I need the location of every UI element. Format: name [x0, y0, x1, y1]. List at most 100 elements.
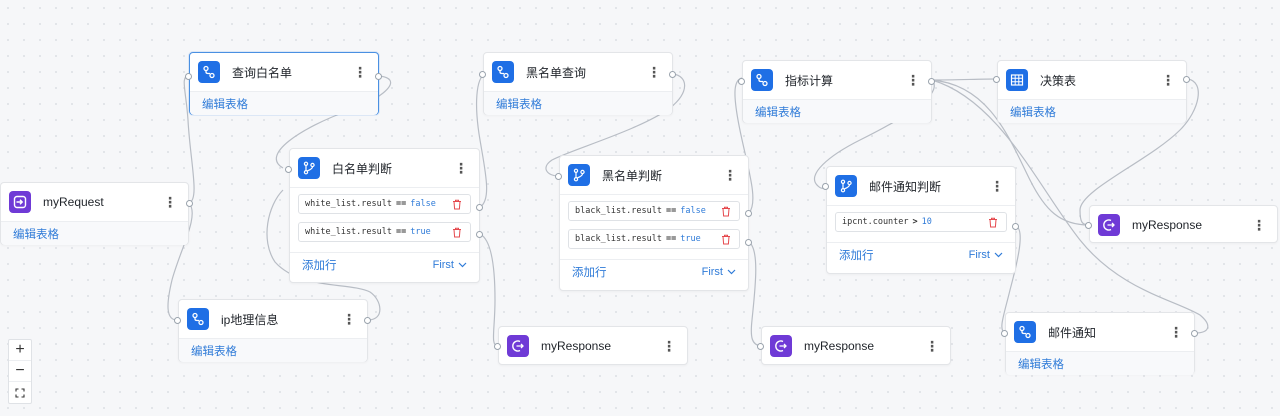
- more-icon[interactable]: ⋮: [1160, 73, 1176, 87]
- delete-icon[interactable]: [719, 232, 733, 246]
- node-indicator-calc[interactable]: 指标计算 ⋮ 编辑表格: [742, 60, 932, 123]
- condition-row[interactable]: black_list.result == false: [568, 201, 740, 221]
- node-title: myResponse: [1132, 218, 1203, 232]
- more-icon[interactable]: ⋮: [722, 168, 738, 182]
- port-in[interactable]: [822, 183, 829, 190]
- condition-operator: >: [912, 217, 918, 227]
- port-in[interactable]: [1001, 330, 1008, 337]
- condition-value: 10: [921, 217, 932, 227]
- port-out[interactable]: [1191, 330, 1198, 337]
- branch-flow-icon: [1014, 321, 1036, 343]
- port-in[interactable]: [555, 173, 562, 180]
- add-row-link[interactable]: 添加行: [302, 257, 337, 273]
- edit-table-link[interactable]: 编辑表格: [202, 96, 248, 112]
- edit-table-link[interactable]: 编辑表格: [191, 343, 237, 359]
- node-ip-geo[interactable]: ip地理信息 ⋮ 编辑表格: [178, 299, 368, 362]
- condition-field: white_list.result: [305, 199, 392, 209]
- more-icon[interactable]: ⋮: [989, 179, 1005, 193]
- port-out-false[interactable]: [745, 210, 752, 217]
- port-out-true[interactable]: [476, 231, 483, 238]
- more-icon[interactable]: ⋮: [352, 65, 368, 79]
- node-title: 邮件通知判断: [869, 179, 942, 194]
- zoom-in-button[interactable]: +: [9, 340, 31, 361]
- port-out[interactable]: [669, 71, 676, 78]
- node-my-request[interactable]: myRequest ⋮ 编辑表格: [0, 182, 189, 245]
- port-out[interactable]: [1183, 76, 1190, 83]
- node-blacklist-query[interactable]: 黑名单查询 ⋮ 编辑表格: [483, 52, 673, 115]
- condition-row[interactable]: black_list.result == true: [568, 229, 740, 249]
- node-blacklist-judge[interactable]: 黑名单判断 ⋮ black_list.result == false black…: [559, 155, 749, 291]
- port-out[interactable]: [375, 73, 382, 80]
- exit-icon: [507, 335, 529, 357]
- delete-icon[interactable]: [986, 215, 1000, 229]
- port-out[interactable]: [928, 78, 935, 85]
- condition-field: white_list.result: [305, 227, 392, 237]
- more-icon[interactable]: ⋮: [905, 73, 921, 87]
- fit-view-icon: [15, 387, 25, 398]
- port-in[interactable]: [285, 166, 292, 173]
- hit-policy-select[interactable]: First: [433, 259, 467, 271]
- delete-icon[interactable]: [450, 197, 464, 211]
- node-title: 查询白名单: [232, 65, 293, 80]
- hit-policy-select[interactable]: First: [969, 249, 1003, 261]
- edit-table-link[interactable]: 编辑表格: [755, 104, 801, 120]
- port-in[interactable]: [185, 73, 192, 80]
- more-icon[interactable]: ⋮: [1168, 325, 1184, 339]
- port-in[interactable]: [494, 343, 501, 350]
- port-in[interactable]: [479, 71, 486, 78]
- port-in[interactable]: [993, 76, 1000, 83]
- node-mail-notify[interactable]: 邮件通知 ⋮ 编辑表格: [1005, 312, 1195, 375]
- node-title: 黑名单查询: [526, 65, 587, 80]
- exit-icon: [1098, 214, 1120, 236]
- delete-icon[interactable]: [719, 204, 733, 218]
- condition-value: false: [410, 199, 436, 209]
- more-icon[interactable]: ⋮: [924, 339, 940, 353]
- hit-policy-select[interactable]: First: [702, 266, 736, 278]
- node-response-1[interactable]: myResponse ⋮: [498, 326, 688, 365]
- condition-value: true: [410, 227, 431, 237]
- node-title: 决策表: [1040, 73, 1077, 88]
- port-out[interactable]: [186, 200, 193, 207]
- node-response-2[interactable]: myResponse ⋮: [761, 326, 951, 365]
- zoom-out-button[interactable]: −: [9, 361, 31, 382]
- condition-value: true: [680, 234, 701, 244]
- chevron-down-icon: [994, 252, 1003, 257]
- git-branch-icon: [298, 157, 320, 179]
- edit-table-link[interactable]: 编辑表格: [496, 96, 542, 112]
- port-out[interactable]: [364, 317, 371, 324]
- condition-operator: ==: [396, 199, 407, 209]
- condition-row[interactable]: white_list.result == true: [298, 222, 471, 242]
- add-row-link[interactable]: 添加行: [572, 264, 607, 280]
- port-in[interactable]: [174, 317, 181, 324]
- delete-icon[interactable]: [450, 225, 464, 239]
- edit-table-link[interactable]: 编辑表格: [1018, 356, 1064, 372]
- port-in[interactable]: [757, 343, 764, 350]
- fit-view-button[interactable]: [9, 382, 31, 403]
- port-out[interactable]: [1012, 223, 1019, 230]
- git-branch-icon: [835, 175, 857, 197]
- more-icon[interactable]: ⋮: [646, 65, 662, 79]
- exit-icon: [770, 335, 792, 357]
- flow-canvas[interactable]: myRequest ⋮ 编辑表格 查询白名单 ⋮ 编辑表格 ip地理信息 ⋮ 编…: [0, 0, 1280, 416]
- more-icon[interactable]: ⋮: [453, 161, 469, 175]
- port-out-false[interactable]: [476, 204, 483, 211]
- add-row-link[interactable]: 添加行: [839, 247, 874, 263]
- more-icon[interactable]: ⋮: [1251, 218, 1267, 232]
- port-out-true[interactable]: [745, 239, 752, 246]
- node-response-3[interactable]: myResponse ⋮: [1089, 205, 1278, 243]
- edit-table-link[interactable]: 编辑表格: [1010, 104, 1056, 120]
- node-decision-table[interactable]: 决策表 ⋮ 编辑表格: [997, 60, 1187, 123]
- more-icon[interactable]: ⋮: [341, 312, 357, 326]
- node-whitelist-judge[interactable]: 白名单判断 ⋮ white_list.result == false white…: [289, 148, 480, 283]
- node-mail-judge[interactable]: 邮件通知判断 ⋮ ipcnt.counter > 10 添加行 First: [826, 166, 1016, 274]
- branch-flow-icon: [198, 61, 220, 83]
- port-in[interactable]: [1085, 222, 1092, 229]
- more-icon[interactable]: ⋮: [162, 195, 178, 209]
- condition-row[interactable]: ipcnt.counter > 10: [835, 212, 1007, 232]
- edit-table-link[interactable]: 编辑表格: [13, 226, 59, 242]
- more-icon[interactable]: ⋮: [661, 339, 677, 353]
- node-whitelist-query[interactable]: 查询白名单 ⋮ 编辑表格: [189, 52, 379, 115]
- condition-field: black_list.result: [575, 234, 662, 244]
- port-in[interactable]: [738, 78, 745, 85]
- condition-row[interactable]: white_list.result == false: [298, 194, 471, 214]
